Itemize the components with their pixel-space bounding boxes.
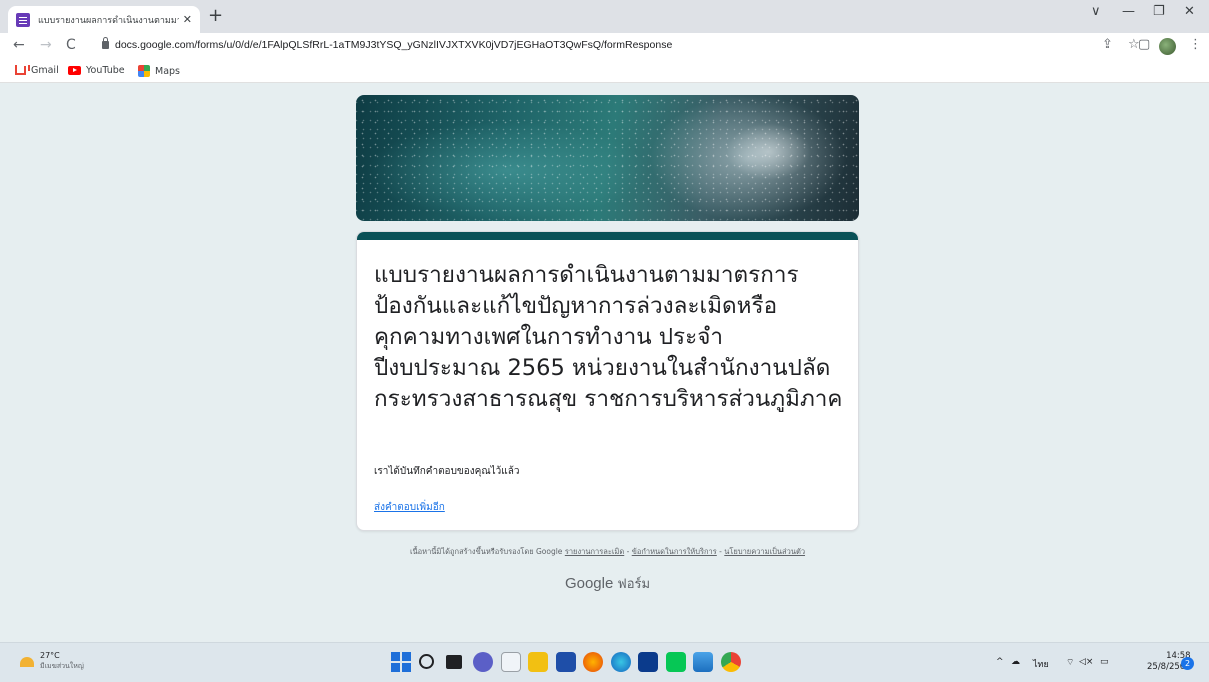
google-forms-icon	[16, 12, 30, 27]
confirmation-message: เราได้บันทึกคำตอบของคุณไว้แล้ว	[374, 466, 520, 477]
search-icon[interactable]	[419, 654, 434, 669]
wifi-icon[interactable]: ⌔	[1066, 657, 1074, 668]
chat-icon[interactable]	[473, 652, 493, 672]
line-icon[interactable]	[666, 652, 686, 672]
youtube-icon	[68, 66, 81, 75]
photos-icon[interactable]	[693, 652, 713, 672]
footer-separator: -	[624, 547, 632, 556]
footer-notice: เนื้อหานี้มิได้ถูกสร้างขึ้นหรือรับรองโดย…	[409, 547, 563, 556]
report-abuse-link[interactable]: รายงานการละเมิด	[565, 547, 624, 556]
edge-icon[interactable]	[611, 652, 631, 672]
file-explorer-icon[interactable]	[528, 652, 548, 672]
share-icon[interactable]: ⇪	[1102, 37, 1113, 52]
weather-icon	[20, 656, 34, 667]
browser-tab[interactable]: แบบรายงานผลการดำเนินงานตามมาต ✕	[8, 6, 200, 33]
card-accent-bar	[357, 232, 858, 240]
lock-icon[interactable]	[102, 37, 109, 49]
form-footer: เนื้อหานี้มิได้ถูกสร้างขึ้นหรือรับรองโดย…	[356, 546, 859, 558]
forms-brand: ฟอร์ม	[617, 576, 651, 591]
back-button[interactable]: ←	[13, 37, 25, 53]
forward-button[interactable]: →	[40, 37, 52, 53]
new-tab-button[interactable]: +	[208, 5, 223, 26]
address-bar[interactable]: docs.google.com/forms/u/0/d/e/1FAlpQLSfR…	[115, 39, 672, 51]
bookmark-label: Maps	[155, 65, 180, 77]
task-view-icon[interactable]	[446, 655, 462, 669]
windows-taskbar: 27°C มีเมฆส่วนใหญ่ ^ ☁ ไทย ⌔ ◁× ▭ 14:58 …	[0, 642, 1209, 682]
zoom-icon[interactable]	[638, 652, 658, 672]
bookmark-youtube[interactable]: YouTube	[68, 65, 125, 76]
submit-another-link[interactable]: ส่งคำตอบเพิ่มอีก	[374, 500, 445, 515]
profile-avatar[interactable]	[1159, 38, 1176, 55]
weather-temp: 27°C	[40, 651, 60, 660]
bookmark-label: YouTube	[86, 65, 125, 76]
google-brand: Google	[564, 575, 614, 592]
side-panel-icon[interactable]: ▢	[1138, 37, 1150, 52]
terms-link[interactable]: ข้อกำหนดในการให้บริการ	[632, 547, 717, 556]
bookmarks-bar: Gmail YouTube Maps	[0, 59, 1209, 83]
tab-strip: แบบรายงานผลการดำเนินงานตามมาต ✕ + ∨ — ❐ …	[0, 0, 1209, 33]
weather-desc: มีเมฆส่วนใหญ่	[40, 662, 84, 670]
notification-badge[interactable]: 2	[1181, 657, 1194, 670]
bookmark-maps[interactable]: Maps	[138, 65, 180, 77]
close-tab-icon[interactable]: ✕	[183, 13, 192, 26]
form-header-image	[356, 95, 859, 221]
privacy-link[interactable]: นโยบายความเป็นส่วนตัว	[724, 547, 805, 556]
start-icon[interactable]	[391, 652, 411, 672]
tab-search-icon[interactable]: ∨	[1091, 4, 1101, 19]
bookmark-gmail[interactable]: Gmail	[15, 65, 59, 76]
battery-icon[interactable]: ▭	[1100, 657, 1109, 667]
language-indicator[interactable]: ไทย	[1033, 657, 1049, 671]
google-forms-logo[interactable]: Google ฟอร์ม	[356, 573, 859, 594]
reload-button[interactable]: C	[66, 37, 76, 53]
bookmark-label: Gmail	[31, 65, 59, 76]
gmail-icon	[15, 65, 30, 75]
weather-widget[interactable]: 27°C มีเมฆส่วนใหญ่	[20, 651, 84, 672]
volume-icon[interactable]: ◁×	[1079, 657, 1093, 667]
onedrive-icon[interactable]: ☁	[1011, 657, 1020, 667]
restore-button[interactable]: ❐	[1153, 4, 1165, 19]
form-response-card: แบบรายงานผลการดำเนินงานตามมาตรการป้องกัน…	[356, 231, 859, 531]
form-title: แบบรายงานผลการดำเนินงานตามมาตรการป้องกัน…	[374, 262, 843, 412]
chrome-icon[interactable]	[721, 652, 741, 672]
store-icon[interactable]	[556, 652, 576, 672]
close-window-button[interactable]: ✕	[1184, 4, 1195, 19]
browser-menu-icon[interactable]: ⋮	[1189, 37, 1202, 52]
app-icon[interactable]	[501, 652, 521, 672]
tab-title: แบบรายงานผลการดำเนินงานตามมาต	[38, 15, 179, 26]
tray-chevron-icon[interactable]: ^	[996, 657, 1004, 667]
maps-icon	[138, 65, 150, 77]
browser-toolbar: ← → C docs.google.com/forms/u/0/d/e/1FAl…	[0, 33, 1209, 59]
minimize-button[interactable]: —	[1122, 4, 1135, 19]
firefox-icon[interactable]	[583, 652, 603, 672]
